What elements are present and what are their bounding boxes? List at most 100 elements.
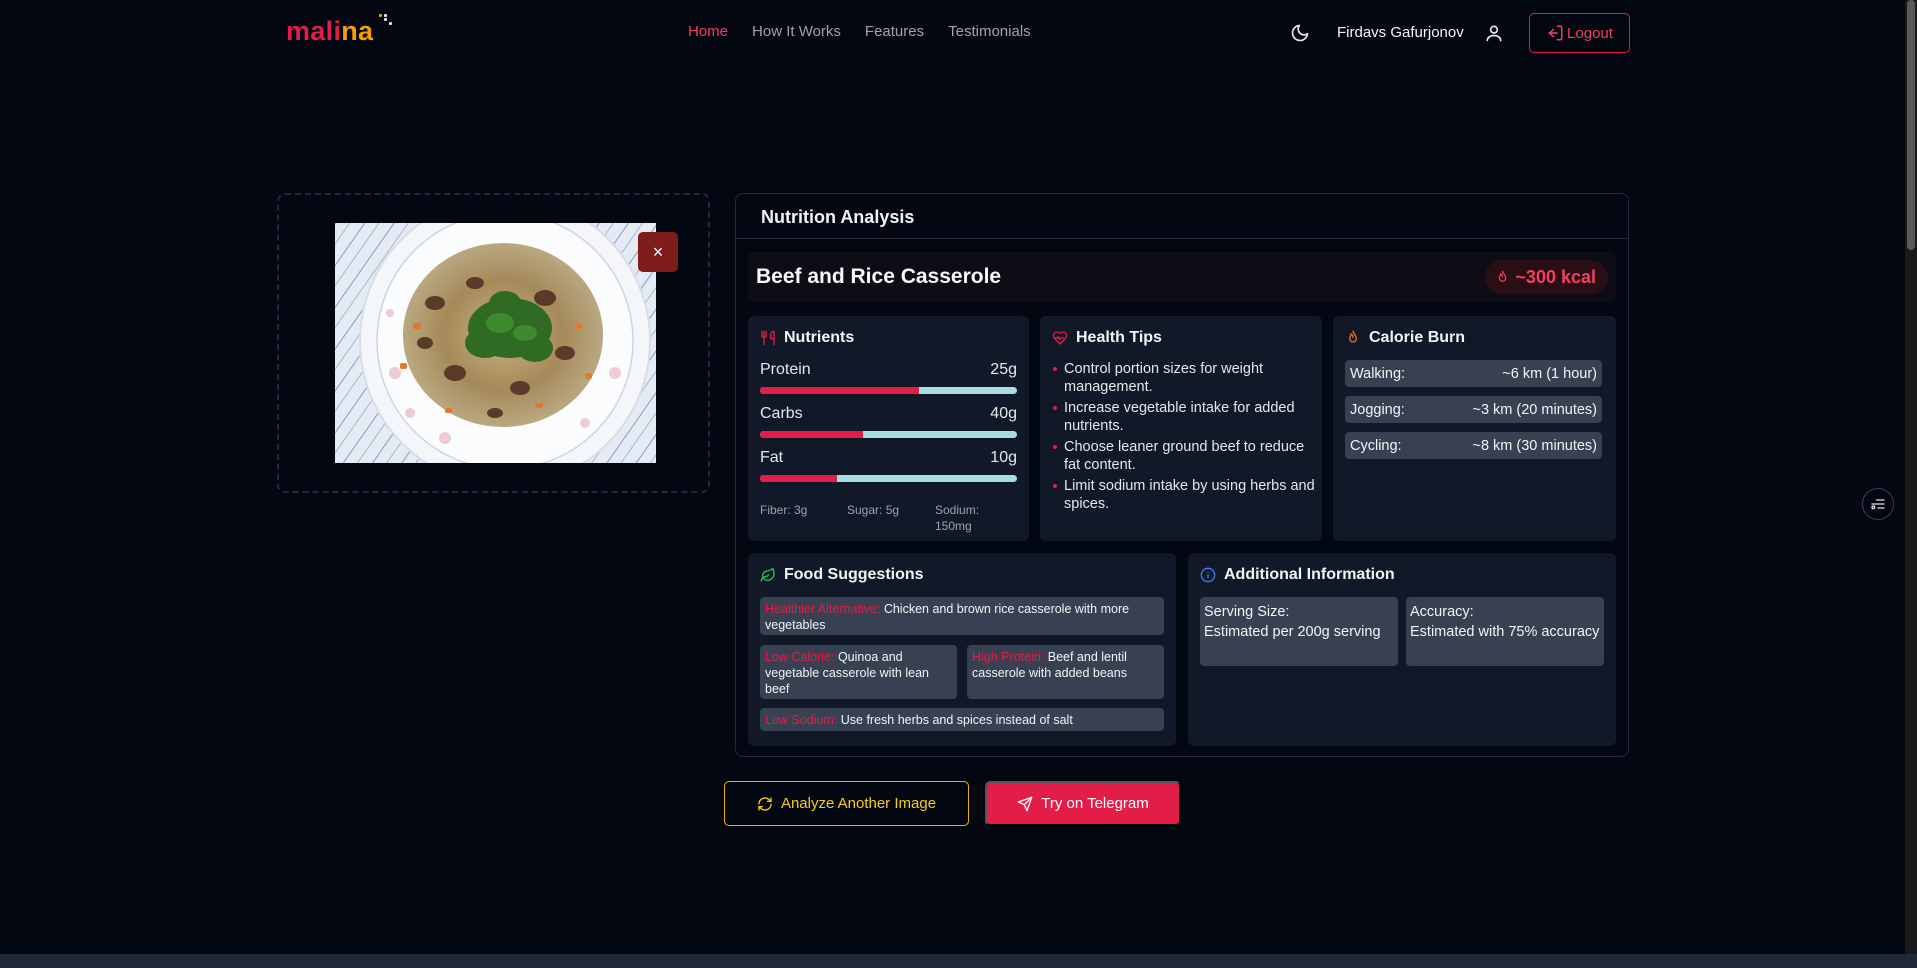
info-icon (1200, 567, 1216, 583)
serving-size-box: Serving Size: Estimated per 200g serving (1200, 597, 1398, 666)
logo-text-amber-a: a (358, 16, 374, 46)
nutrient-progress-bar (760, 431, 1017, 438)
nutrient-progress-fill (760, 431, 863, 438)
burn-activity: Jogging: (1350, 401, 1405, 418)
flame-icon (1349, 330, 1357, 343)
health-tip-item: Increase vegetable intake for added nutr… (1052, 399, 1322, 435)
suggestion-text: Use fresh herbs and spices instead of sa… (837, 713, 1073, 727)
suggestion-healthier: Healthier Alternative: Chicken and brown… (760, 597, 1164, 635)
accuracy-box: Accuracy: Estimated with 75% accuracy (1406, 597, 1604, 666)
serving-size-value: Estimated per 200g serving (1204, 624, 1381, 640)
flame-icon (1499, 270, 1507, 282)
heart-pulse-icon (1052, 331, 1068, 345)
accessibility-toggle-button[interactable] (1862, 488, 1894, 520)
try-on-telegram-button[interactable]: Try on Telegram (985, 781, 1181, 826)
fiber-value: Fiber: 3g (760, 503, 808, 517)
dish-name: Beef and Rice Casserole (756, 265, 1002, 288)
food-suggestions-title-label: Food Suggestions (784, 566, 924, 583)
nutrients-panel: Nutrients Protein 25g Carbs 40g Fat 10g Fib… (748, 316, 1029, 541)
health-tip-item: Limit sodium intake by using herbs and s… (1052, 477, 1322, 513)
burn-row-jogging: Jogging: ~3 km (20 minutes) (1345, 396, 1602, 423)
nutrient-value: 25g (990, 361, 1017, 378)
nutrient-progress-bar (760, 475, 1017, 482)
nav-link-features[interactable]: Features (865, 23, 924, 40)
vertical-scrollbar[interactable] (1905, 0, 1917, 954)
logout-button[interactable]: Logout (1529, 13, 1630, 53)
suggestion-low-calorie: Low Calorie: Quinoa and vegetable casser… (760, 645, 957, 699)
nutrient-name: Fat (760, 449, 784, 466)
logo-text-red-i: i (333, 16, 342, 46)
send-icon (1017, 796, 1033, 811)
suggestion-label: Low Calorie: (765, 650, 835, 664)
suggestion-label: High Protein: (972, 650, 1045, 664)
sodium-value: Sodium: 150mg (935, 503, 980, 533)
health-tips-title: Health Tips (1052, 329, 1162, 347)
calorie-burn-title-label: Calorie Burn (1369, 329, 1466, 346)
burn-activity: Cycling: (1350, 437, 1402, 454)
nutrient-carbs: Carbs 40g (760, 405, 1017, 438)
logout-icon (1548, 25, 1563, 41)
logo[interactable]: mal i n a (286, 14, 393, 47)
food-suggestions-title: Food Suggestions (760, 566, 924, 584)
health-tips-panel: Health Tips Control portion sizes for we… (1040, 316, 1322, 541)
burn-activity: Walking: (1350, 365, 1406, 382)
burn-value: ~6 km (1 hour) (1502, 365, 1597, 382)
user-icon[interactable] (1484, 23, 1504, 43)
nutrient-value: 10g (990, 449, 1017, 466)
food-photo (335, 223, 656, 463)
suggestion-low-sodium: Low Sodium: Use fresh herbs and spices i… (760, 708, 1164, 731)
nutrient-name: Carbs (760, 405, 803, 422)
logout-label: Logout (1567, 24, 1613, 42)
scrollbar-thumb[interactable] (1907, 0, 1915, 250)
calorie-burn-panel: Calorie Burn Walking: ~6 km (1 hour) Jog… (1333, 316, 1616, 541)
logo-text-amber: n (341, 16, 359, 46)
logo-text-red: mal (286, 16, 334, 46)
analyze-another-image-label: Analyze Another Image (780, 795, 937, 812)
nutrient-fat: Fat 10g (760, 449, 1017, 482)
burn-row-cycling: Cycling: ~8 km (30 minutes) (1345, 432, 1602, 459)
logo-dots-icon (379, 14, 393, 28)
nutrient-protein: Protein 25g (760, 361, 1017, 394)
try-on-telegram-label: Try on Telegram (1041, 795, 1149, 812)
food-suggestions-panel: Food Suggestions Healthier Alternative: … (748, 553, 1176, 746)
sugar-value: Sugar: 5g (847, 503, 900, 517)
additional-info-title: Additional Information (1200, 566, 1395, 584)
nutrition-analysis-card: Nutrition Analysis Beef and Rice Cassero… (735, 193, 1629, 757)
refresh-icon (758, 796, 772, 811)
nutrient-progress-fill (760, 387, 920, 394)
nutrients-title-label: Nutrients (784, 329, 855, 346)
nutrient-progress-bar (760, 387, 1017, 394)
nav-link-home[interactable]: Home (688, 23, 728, 40)
username[interactable]: Firdavs Gafurjonov (1337, 24, 1464, 41)
theme-toggle-moon-icon[interactable] (1290, 23, 1310, 43)
suggestion-label: Healthier Alternative: (765, 602, 881, 616)
accuracy-value: Estimated with 75% accuracy (1410, 624, 1600, 640)
additional-info-panel: Additional Information Serving Size: Est… (1188, 553, 1616, 746)
nutrient-name: Protein (760, 361, 811, 378)
top-navbar: mal i n a Home How It Works Features Testim… (0, 0, 1905, 66)
suggestion-high-protein: High Protein: Beef and lentil casserole … (967, 645, 1164, 699)
calorie-burn-title: Calorie Burn (1345, 329, 1465, 347)
horizontal-scrollbar[interactable] (0, 954, 1917, 968)
serving-size-label: Serving Size: (1204, 604, 1290, 620)
accuracy-label: Accuracy: (1410, 604, 1474, 620)
dish-header: Beef and Rice Casserole ~300 kcal (748, 252, 1616, 302)
burn-value: ~3 km (20 minutes) (1472, 401, 1597, 418)
analyze-another-image-button[interactable]: Analyze Another Image (724, 781, 969, 826)
calorie-badge: ~300 kcal (1485, 260, 1608, 294)
calorie-value: ~300 kcal (1515, 266, 1596, 287)
additional-info-title-label: Additional Information (1224, 566, 1395, 583)
settings-sliders-icon (1871, 499, 1885, 510)
nav-link-testimonials[interactable]: Testimonials (948, 23, 1031, 40)
utensils-icon (761, 330, 775, 346)
leaf-icon (760, 567, 775, 582)
nutrient-progress-fill (760, 475, 838, 482)
nav-links: Home How It Works Features Testimonials (688, 23, 1031, 40)
analysis-title: Nutrition Analysis (736, 194, 1628, 239)
nav-link-how-it-works[interactable]: How It Works (752, 23, 841, 40)
health-tip-item: Control portion sizes for weight managem… (1052, 360, 1322, 396)
image-upload-area[interactable]: × (277, 193, 710, 493)
burn-row-walking: Walking: ~6 km (1 hour) (1345, 360, 1602, 387)
nutrient-value: 40g (990, 405, 1017, 422)
remove-image-button[interactable]: × (638, 232, 678, 272)
